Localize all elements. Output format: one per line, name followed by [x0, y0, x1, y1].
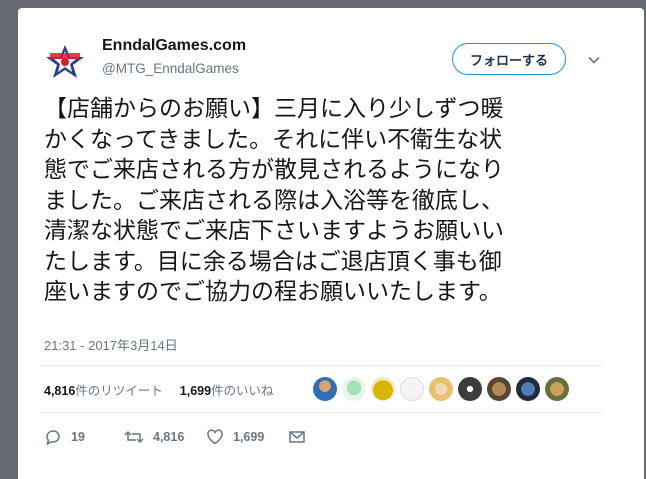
- follow-button[interactable]: フォローする: [452, 43, 566, 75]
- logo-icon: [46, 45, 84, 78]
- tweet-text-line: 清潔な状態でご来店下さいますようお願いい: [44, 218, 504, 244]
- likes-label: 件のいいね: [211, 384, 274, 398]
- liker-avatar[interactable]: [545, 377, 569, 401]
- tweet-timestamp[interactable]: 21:31 - 2017年3月14日: [44, 335, 178, 354]
- tweet-actions: 19 4,816 1,699: [44, 426, 306, 448]
- tweet-text-line: 【店舗からのお願い】三月に入り少しずつ暖: [44, 96, 504, 122]
- more-options-button[interactable]: [586, 52, 602, 68]
- liker-avatar[interactable]: [342, 377, 366, 401]
- follow-button-label: フォローする: [469, 53, 548, 69]
- tweet-text-line: ました。ご来店される際は入浴等を徹底し、: [44, 187, 504, 214]
- divider: [40, 412, 602, 413]
- like-count: 1,699: [233, 430, 265, 444]
- tweet-text-line: たします。目に余る場合はご退店頂く事も御: [44, 248, 502, 275]
- reply-button[interactable]: 19: [44, 428, 124, 446]
- liker-avatars: [313, 377, 569, 401]
- engagement-stats: 4,816件のリツイート 1,699件のいいね: [44, 380, 274, 399]
- chevron-down-icon: [588, 56, 600, 64]
- liker-avatar[interactable]: [429, 377, 453, 401]
- likes-count: 1,699: [179, 384, 212, 398]
- tweet-card: EnndalGames.com @MTG_EnndalGames フォローする …: [18, 8, 644, 479]
- retweets-stat[interactable]: 4,816件のリツイート: [44, 384, 163, 398]
- tweet-text: 【店舗からのお願い】三月に入り少しずつ暖 かくなってきました。それに伴い不衛生な…: [44, 94, 614, 308]
- liker-avatar[interactable]: [313, 377, 337, 401]
- retweet-button[interactable]: 4,816: [124, 428, 206, 446]
- liker-avatar[interactable]: [516, 377, 540, 401]
- tweet-text-line: 態でご来店される方が散見されるようになり: [44, 157, 504, 183]
- user-handle[interactable]: @MTG_EnndalGames: [102, 61, 239, 76]
- retweets-count: 4,816: [44, 384, 76, 398]
- retweet-icon: [124, 430, 144, 444]
- liker-avatar[interactable]: [371, 377, 395, 401]
- liker-avatar[interactable]: [458, 377, 482, 401]
- retweet-count: 4,816: [153, 430, 185, 444]
- direct-message-button[interactable]: [288, 428, 306, 446]
- liker-avatar[interactable]: [400, 377, 424, 401]
- liker-avatar[interactable]: [487, 377, 511, 401]
- likes-stat[interactable]: 1,699件のいいね: [180, 384, 274, 398]
- divider: [40, 365, 602, 366]
- like-icon: [207, 429, 223, 445]
- tweet-text-line: 座いますのでご協力の程お願いいたします。: [44, 279, 502, 305]
- tweet-text-line: かくなってきました。それに伴い不衛生な状: [44, 126, 503, 153]
- display-name[interactable]: EnndalGames.com: [102, 37, 246, 55]
- message-icon: [289, 431, 305, 443]
- retweets-label: 件のリツイート: [75, 384, 163, 398]
- reply-icon: [46, 430, 60, 446]
- like-button[interactable]: 1,699: [206, 428, 288, 446]
- profile-avatar[interactable]: [42, 43, 88, 81]
- reply-count: 19: [71, 430, 85, 444]
